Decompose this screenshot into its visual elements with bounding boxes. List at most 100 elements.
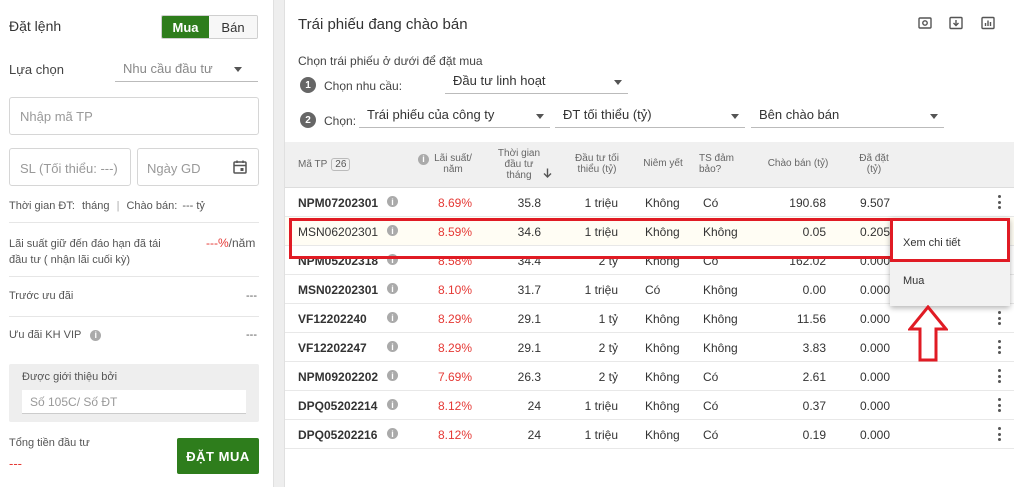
table-row[interactable]: NPM09202202 i 7.69% 26.3 2 tỷ Không Có 2.61 0.00… <box>285 362 1014 391</box>
table-row[interactable]: NPM07202301 i 8.69% 35.8 1 triệu Không Có 190.6… <box>285 188 1014 217</box>
info-icon[interactable]: i <box>387 370 398 381</box>
referral-input[interactable]: Số 105C/ Số ĐT <box>22 390 246 414</box>
table-row[interactable]: DPQ05202216 i 8.12% 24 1 triệu Không Có 0.19 0.0… <box>285 420 1014 449</box>
rate-cell: 8.10% <box>437 283 472 297</box>
more-vert-icon[interactable] <box>997 311 1001 325</box>
quantity-input[interactable]: SL (Tối thiểu: ---) <box>9 148 131 186</box>
placed-cell: 0.000 <box>859 399 890 413</box>
min-invest-select[interactable]: ĐT tối thiểu (tỷ) <box>555 104 745 128</box>
need-filter-select[interactable]: Đầu tư linh hoạt <box>445 70 628 94</box>
place-order-button[interactable]: ĐẶT MUA <box>177 438 259 474</box>
info-icon[interactable]: i <box>387 283 398 294</box>
more-vert-icon[interactable] <box>997 340 1001 354</box>
screenshot-icon[interactable] <box>918 16 932 30</box>
listed-cell: Không <box>645 312 680 326</box>
table-row[interactable]: DPQ05202214 i 8.12% 24 1 triệu Không Có 0.37 0.0… <box>285 391 1014 420</box>
calendar-icon[interactable] <box>232 159 248 175</box>
chart-icon[interactable] <box>981 16 995 30</box>
chevron-down-icon <box>614 80 622 85</box>
more-vert-icon[interactable] <box>997 398 1001 412</box>
table-row[interactable]: VF12202247 i 8.29% 29.1 2 tỷ Không Không 3.83 0.… <box>285 333 1014 362</box>
bonds-title: Trái phiếu đang chào bán <box>298 16 468 33</box>
bond-code-cell: VF12202247 <box>298 341 367 355</box>
bond-type-value: Trái phiếu của công ty <box>367 107 495 122</box>
info-icon[interactable]: i <box>387 312 398 323</box>
min-invest-cell: 2 tỷ <box>598 370 618 384</box>
bond-code-cell: DPQ05202214 <box>298 399 378 413</box>
col-term[interactable]: Thời gian đầu tư tháng <box>495 148 543 181</box>
info-icon[interactable]: i <box>387 341 398 352</box>
col-rate[interactable]: i Lãi suất/ năm <box>418 153 476 175</box>
offer-cell: 3.83 <box>802 341 826 355</box>
step-2-badge: 2 <box>300 112 316 128</box>
rate-cell: 8.29% <box>437 341 472 355</box>
min-invest-value: ĐT tối thiểu (tỷ) <box>563 107 652 122</box>
bond-code-cell: MSN02202301 <box>298 283 379 297</box>
chevron-down-icon <box>930 114 938 119</box>
col-collateral[interactable]: TS đảm bảo? <box>699 153 739 175</box>
bond-count-badge: 26 <box>331 158 351 171</box>
rate-cell: 8.12% <box>437 399 472 413</box>
bond-code-cell: NPM07202301 <box>298 196 379 210</box>
buy-toggle-button[interactable]: Mua <box>162 16 209 38</box>
total-label: Tổng tiền đầu tư <box>9 437 90 449</box>
need-select[interactable]: Nhu cầu đầu tư <box>115 56 258 82</box>
rate-cell: 7.69% <box>437 370 472 384</box>
term-cell: 26.3 <box>517 370 541 384</box>
offer-cell: 0.19 <box>802 428 826 442</box>
min-invest-cell: 1 triệu <box>584 428 618 442</box>
placed-cell: 9.507 <box>859 196 890 210</box>
placed-cell: 0.000 <box>859 370 890 384</box>
col-placed[interactable]: Đã đặt (tỷ) <box>855 153 893 175</box>
seller-select[interactable]: Bên chào bán <box>751 104 944 128</box>
collateral-cell: Có <box>703 428 719 442</box>
bond-code-input[interactable]: Nhập mã TP <box>9 97 259 135</box>
info-icon[interactable]: i <box>387 196 398 207</box>
offer-cell: 190.68 <box>789 196 826 210</box>
term-cell: 24 <box>527 399 541 413</box>
order-title: Đặt lệnh <box>9 18 62 34</box>
sell-toggle-button[interactable]: Bán <box>209 16 257 38</box>
col-min[interactable]: Đầu tư tối thiểu (tỷ) <box>569 153 625 175</box>
more-vert-icon[interactable] <box>997 427 1001 441</box>
info-icon[interactable]: i <box>387 428 398 439</box>
more-vert-icon[interactable] <box>997 369 1001 383</box>
buy-menu-item[interactable]: Mua <box>890 262 1010 306</box>
listed-cell: Không <box>645 428 680 442</box>
rate-hold-label: Lãi suất giữ đến đáo hạn đã tái đầu tư (… <box>9 238 161 266</box>
vip-info: Ưu đãi KH VIP i <box>9 329 102 341</box>
trade-date-input[interactable]: Ngày GD <box>137 148 259 186</box>
term-value: tháng <box>81 200 110 212</box>
min-invest-cell: 1 triệu <box>584 196 618 210</box>
step-2-label: Chọn: <box>324 114 357 128</box>
total-value: --- <box>9 456 22 471</box>
step-1-label: Chọn nhu cầu: <box>324 79 403 93</box>
sort-down-icon[interactable] <box>543 168 552 178</box>
more-vert-icon[interactable] <box>997 195 1001 209</box>
col-code[interactable]: Mã TP 26 <box>298 158 351 171</box>
seller-value: Bên chào bán <box>759 107 840 122</box>
download-icon[interactable] <box>949 16 963 30</box>
rate-cell: 8.29% <box>437 312 472 326</box>
rate-hold-value: ---%/năm <box>206 236 255 250</box>
info-icon[interactable]: i <box>387 399 398 410</box>
collateral-cell: Không <box>703 312 738 326</box>
bond-code-cell: DPQ05202216 <box>298 428 378 442</box>
info-icon: i <box>418 154 429 165</box>
bond-code-cell: NPM09202202 <box>298 370 379 384</box>
term-info: Thời gian ĐT: tháng | Chào bán: --- tỷ <box>9 200 205 212</box>
listed-cell: Không <box>645 341 680 355</box>
buy-menu-label: Mua <box>903 275 925 287</box>
col-offer[interactable]: Chào bán (tỷ) <box>763 158 833 169</box>
view-detail-label: Xem chi tiết <box>903 237 961 249</box>
rate-cell: 8.69% <box>437 196 472 210</box>
col-listed[interactable]: Niêm yết <box>641 158 685 169</box>
table-row[interactable]: VF12202240 i 8.29% 29.1 1 tỷ Không Không 11.56 0… <box>285 304 1014 333</box>
offer-value: --- tỷ <box>182 200 205 212</box>
view-detail-menu-item[interactable]: Xem chi tiết <box>890 218 1010 262</box>
term-cell: 31.7 <box>517 283 541 297</box>
bond-type-select[interactable]: Trái phiếu của công ty <box>359 104 550 128</box>
chevron-down-icon <box>234 67 242 72</box>
info-icon[interactable]: i <box>90 329 102 341</box>
need-filter-value: Đầu tư linh hoạt <box>453 73 546 88</box>
